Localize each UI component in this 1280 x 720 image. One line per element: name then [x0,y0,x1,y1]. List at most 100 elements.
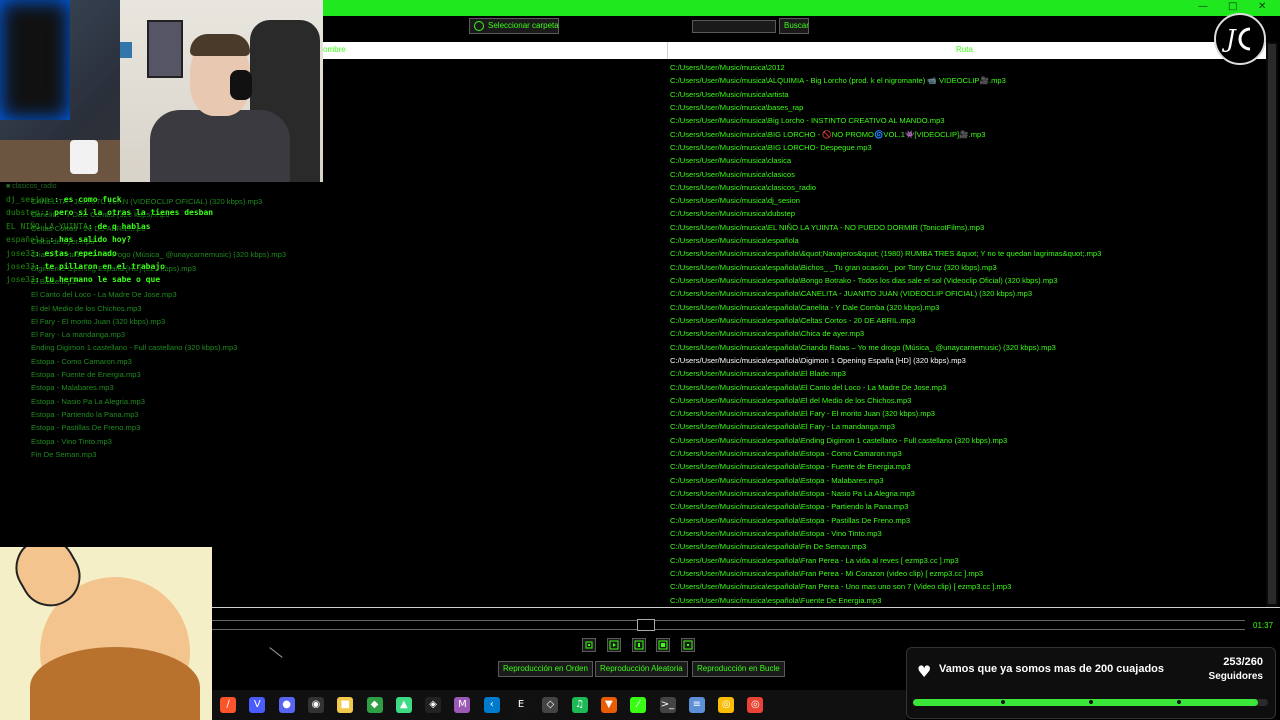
file-name-row[interactable]: Estopa - Como Camaron.mp3 [31,355,331,368]
terminal-icon[interactable]: >_ [659,697,676,713]
select-folder-button[interactable]: Seleccionar carpeta [469,18,559,34]
discord-icon[interactable]: ● [278,697,295,713]
file-name-row[interactable]: Estopa - Fuente de Energia.mp3 [31,368,331,381]
loop-play-button[interactable]: Reproducción en Bucle [692,661,785,677]
file-path-row[interactable]: C:/Users/User/Music/musica\clasicos [670,168,1260,181]
file-path-row[interactable]: C:/Users/User/Music/musica\EL NIÑO LA YU… [670,221,1260,234]
chat-message: dj_sesion:: es como fuck [6,193,326,206]
search-input[interactable] [692,20,776,33]
scrollbar-thumb[interactable] [1268,44,1276,604]
file-path-row[interactable]: C:/Users/User/Music/musica\Big Lorcho - … [670,114,1260,127]
brave-lion-icon[interactable]: ▼ [600,697,617,713]
chat-message: jose33: te pillaron en el trabajo [6,260,326,273]
file-path-row[interactable]: C:/Users/User/Music/musica\española\Fran… [670,580,1260,593]
file-path-row[interactable]: C:/Users/User/Music/musica\española\Bong… [670,274,1260,287]
file-path-row[interactable]: C:/Users/User/Music/musica\española\Esto… [670,447,1260,460]
stop-button[interactable] [656,638,670,652]
file-name-row[interactable]: Estopa - Malabares.mp3 [31,381,331,394]
next-button[interactable] [681,638,695,652]
pause-button[interactable] [632,638,646,652]
maximize-icon[interactable]: □ [1228,1,1237,12]
file-path-row[interactable]: C:/Users/User/Music/musica\dj_sesion [670,194,1260,207]
github-icon[interactable]: ◆ [366,697,383,713]
minimize-icon[interactable]: — [1198,1,1208,12]
file-path-row[interactable]: C:/Users/User/Music/musica\española\&quo… [670,247,1260,260]
separator-line [212,607,1280,608]
close-icon[interactable]: ✕ [1258,1,1266,12]
file-path-row[interactable]: C:/Users/User/Music/musica\española\Chic… [670,327,1260,340]
file-path-row[interactable]: C:/Users/User/Music/musica\2012 [670,61,1260,74]
brave-icon[interactable]: ∕ [220,697,236,713]
file-name-row[interactable]: El Fary - La mandanga.mp3 [31,328,331,341]
column-name-header[interactable]: ombre [323,45,346,54]
epic-icon[interactable]: E [513,697,529,713]
file-path-row[interactable]: C:/Users/User/Music/musica\española\Esto… [670,460,1260,473]
file-name-row[interactable]: El Fary - El morito Juan (320 kbps).mp3 [31,315,331,328]
file-path-row[interactable]: C:/Users/User/Music/musica\española\El F… [670,407,1260,420]
file-path-row[interactable]: C:/Users/User/Music/musica\artista [670,88,1260,101]
obs-icon[interactable]: ◉ [307,697,324,713]
file-path-row[interactable]: C:/Users/User/Music/musica\española\Fuen… [670,594,1260,607]
visual-studio-icon[interactable]: M [454,697,471,713]
play-in-order-button[interactable]: Reproducción en Orden [498,661,593,677]
android-studio-icon[interactable]: ▲ [395,697,412,713]
file-path-row[interactable]: C:/Users/User/Music/musica\española\Fran… [670,567,1260,580]
folder-icon[interactable]: ■ [337,697,354,713]
file-path-row[interactable]: C:/Users/User/Music/musica\BIG LORCHO - … [670,128,1260,141]
file-name-row[interactable]: Ending Digimon 1 castellano - Full caste… [31,341,331,354]
file-path-row[interactable]: C:/Users/User/Music/musica\española\Fran… [670,554,1260,567]
file-path-row[interactable]: C:/Users/User/Music/musica\BIG LORCHO- D… [670,141,1260,154]
search-button[interactable]: Buscar [779,18,809,34]
webcam-overlay [0,0,323,182]
unity-icon[interactable]: ◈ [425,697,442,713]
file-path-row[interactable]: C:/Users/User/Music/musica\española [670,234,1260,247]
column-path-header[interactable]: Ruta [956,45,973,54]
file-name-row[interactable]: El del Medio de los Chichos.mp3 [31,302,331,315]
file-path-row[interactable]: C:/Users/User/Music/musica\española\Cria… [670,341,1260,354]
follower-label: Seguidores [1208,671,1263,682]
file-path-row[interactable]: C:/Users/User/Music/musica\española\CANE… [670,287,1260,300]
notepad-icon[interactable]: ≡ [688,697,705,713]
file-name-row[interactable]: Estopa - Vino Tinto.mp3 [31,435,331,448]
file-path-row[interactable]: C:/Users/User/Music/musica\española\El C… [670,381,1260,394]
file-path-row[interactable]: C:/Users/User/Music/musica\clasicos_radi… [670,181,1260,194]
cartoon-overlay [0,547,212,720]
file-path-row[interactable]: C:/Users/User/Music/musica\española\Esto… [670,527,1260,540]
file-path-row[interactable]: C:/Users/User/Music/musica\española\El F… [670,420,1260,433]
previous-button[interactable] [582,638,596,652]
file-path-row[interactable]: C:/Users/User/Music/musica\española\Fin … [670,540,1260,553]
file-path-row[interactable]: C:/Users/User/Music/musica\ALQUIMIA - Bi… [670,74,1260,87]
progress-bar[interactable] [212,619,1245,631]
vivaldi-icon[interactable]: V [249,697,266,713]
file-path-row[interactable]: C:/Users/User/Music/musica\española\Esto… [670,487,1260,500]
file-path-row[interactable]: C:/Users/User/Music/musica\bases_rap [670,101,1260,114]
file-path-row[interactable]: C:/Users/User/Music/musica\española\Esto… [670,514,1260,527]
file-path-row[interactable]: C:/Users/User/Music/musica\española\El B… [670,367,1260,380]
unity-hub-icon[interactable]: ◇ [542,697,559,713]
file-path-row[interactable]: C:/Users/User/Music/musica\española\Esto… [670,474,1260,487]
shuffle-play-button[interactable]: Reproducción Aleatoria [595,661,688,677]
chrome-icon[interactable]: ◎ [718,697,735,713]
file-path-row[interactable]: C:/Users/User/Music/musica\española\Digi… [670,354,1260,367]
file-path-row[interactable]: C:/Users/User/Music/musica\española\Endi… [670,434,1260,447]
progress-knob[interactable] [636,619,655,631]
file-name-row[interactable]: Fin De Seman.mp3 [31,448,331,461]
chrome-alt-icon[interactable]: ◎ [747,697,764,713]
file-path-row[interactable]: C:/Users/User/Music/musica\dubstep [670,207,1260,220]
file-path-row[interactable]: C:/Users/User/Music/musica\española\Cane… [670,301,1260,314]
file-path-row[interactable]: C:/Users/User/Music/musica\clasica [670,154,1260,167]
vertical-scrollbar[interactable] [1266,42,1278,608]
file-name-row[interactable]: Estopa - Pastillas De Freno.mp3 [31,421,331,434]
play-button[interactable] [607,638,621,652]
file-name-row[interactable]: Estopa - Nasio Pa La Alegria.mp3 [31,395,331,408]
file-path-row[interactable]: C:/Users/User/Music/musica\española\Bich… [670,261,1260,274]
vscode-icon[interactable]: ‹ [483,697,500,713]
file-path-row[interactable]: C:/Users/User/Music/musica\española\Celt… [670,314,1260,327]
column-divider[interactable] [667,42,668,59]
spotify-icon[interactable]: ♫ [571,697,588,713]
pen-icon[interactable]: ⁄ [630,697,647,713]
file-path-row[interactable]: C:/Users/User/Music/musica\española\El d… [670,394,1260,407]
file-name-row[interactable]: El Canto del Loco - La Madre De Jose.mp3 [31,288,331,301]
file-path-row[interactable]: C:/Users/User/Music/musica\española\Esto… [670,500,1260,513]
file-name-row[interactable]: Estopa - Partiendo la Pana.mp3 [31,408,331,421]
